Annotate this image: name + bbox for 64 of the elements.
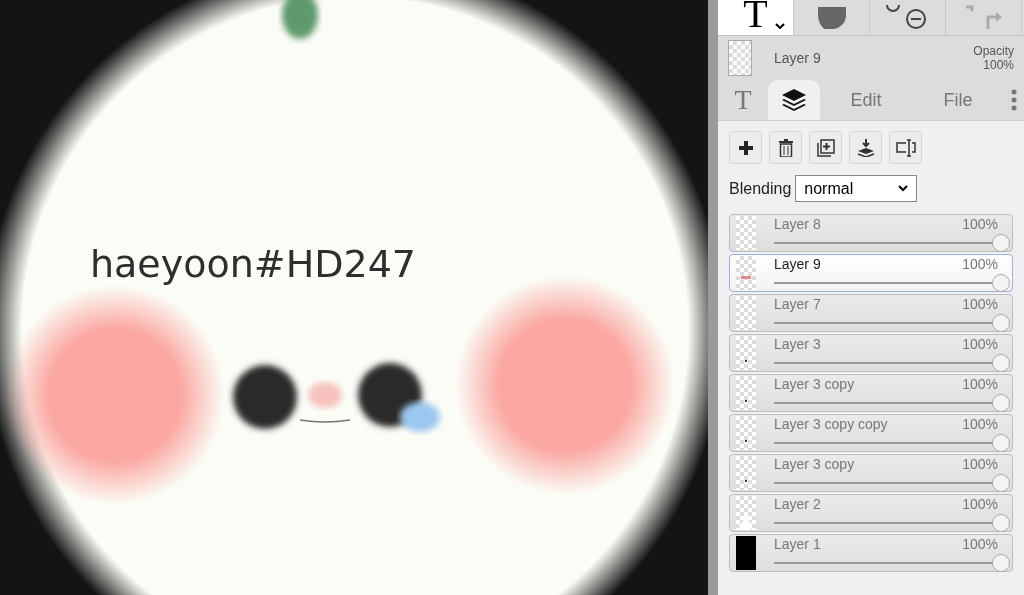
layers-icon: [781, 88, 807, 112]
layer-thumbnail: [736, 536, 756, 570]
layer-thumbnail: [736, 376, 756, 410]
layer-opacity: 100%: [962, 496, 998, 512]
layer-thumbnail: [736, 336, 756, 370]
layer-opacity: 100%: [962, 376, 998, 392]
layer-opacity: 100%: [962, 336, 998, 352]
layer-name: Layer 7: [774, 296, 821, 312]
layer-row[interactable]: Layer 1 100%: [729, 534, 1013, 572]
caret-icon: [775, 23, 785, 29]
merge-down-button[interactable]: [849, 131, 882, 164]
layer-row[interactable]: Layer 3 copy 100%: [729, 454, 1013, 492]
layer-row[interactable]: Layer 3 100%: [729, 334, 1013, 372]
layer-thumbnail: [736, 456, 756, 490]
duplicate-icon: [816, 138, 835, 157]
layer-thumbnail: [736, 256, 756, 290]
merge-down-icon: [856, 138, 875, 157]
layer-opacity: 100%: [962, 536, 998, 552]
layer-opacity: 100%: [962, 456, 998, 472]
layer-name: Layer 8: [774, 216, 821, 232]
blending-dropdown[interactable]: normal: [795, 175, 918, 202]
layer-row[interactable]: Layer 3 copy copy 100%: [729, 414, 1013, 452]
layer-name: Layer 2: [774, 496, 821, 512]
delete-layer-button[interactable]: [769, 131, 802, 164]
layer-thumbnail: [736, 216, 756, 250]
trash-icon: [778, 138, 793, 157]
layer-opacity: 100%: [962, 416, 998, 432]
opacity-label: Opacity: [973, 44, 1014, 58]
more-icon: [1011, 89, 1017, 111]
layer-opacity: 100%: [962, 296, 998, 312]
blending-label: Blending: [729, 179, 792, 198]
opacity-value: 100%: [983, 58, 1014, 72]
layer-thumbnail: [728, 40, 752, 76]
layer-opacity: 100%: [962, 216, 998, 232]
layer-name: Layer 3 copy: [774, 376, 855, 392]
redo-icon[interactable]: [963, 5, 1004, 31]
canvas-text: haeyoon#HD247: [90, 242, 417, 286]
chevron-down-icon: [898, 185, 909, 192]
layer-row[interactable]: Layer 2 100%: [729, 494, 1013, 532]
layer-row[interactable]: Layer 8 100%: [729, 214, 1013, 252]
add-layer-button[interactable]: [729, 131, 762, 164]
layer-name: Layer 3 copy: [774, 456, 855, 472]
text-tab[interactable]: T: [718, 80, 768, 120]
layer-thumbnail: [736, 296, 756, 330]
layer-name: Layer 3 copy copy: [774, 416, 888, 432]
duplicate-layer-button[interactable]: [809, 131, 842, 164]
menu-tab[interactable]: File: [912, 80, 1004, 120]
layer-thumbnail: [736, 416, 756, 450]
rename-layer-button[interactable]: [889, 131, 922, 164]
current-layer-name: Layer 9: [774, 50, 821, 66]
layer-thumbnail: [736, 496, 756, 530]
plus-icon: [738, 140, 753, 155]
layer-row[interactable]: Layer 7 100%: [729, 294, 1013, 332]
menu-tab[interactable]: Edit: [820, 80, 912, 120]
layers-tab[interactable]: [768, 80, 820, 120]
text-tool-button[interactable]: T: [718, 0, 794, 35]
layer-name: Layer 9: [774, 256, 821, 272]
drawing-canvas[interactable]: haeyoon#HD247: [0, 0, 708, 595]
layer-row[interactable]: Layer 3 copy 100%: [729, 374, 1013, 412]
layer-name: Layer 3: [774, 336, 821, 352]
layer-opacity: 100%: [962, 256, 998, 272]
layer-row[interactable]: Layer 9 100%: [729, 254, 1013, 292]
rename-icon: [895, 138, 916, 157]
layer-name: Layer 1: [774, 536, 821, 552]
